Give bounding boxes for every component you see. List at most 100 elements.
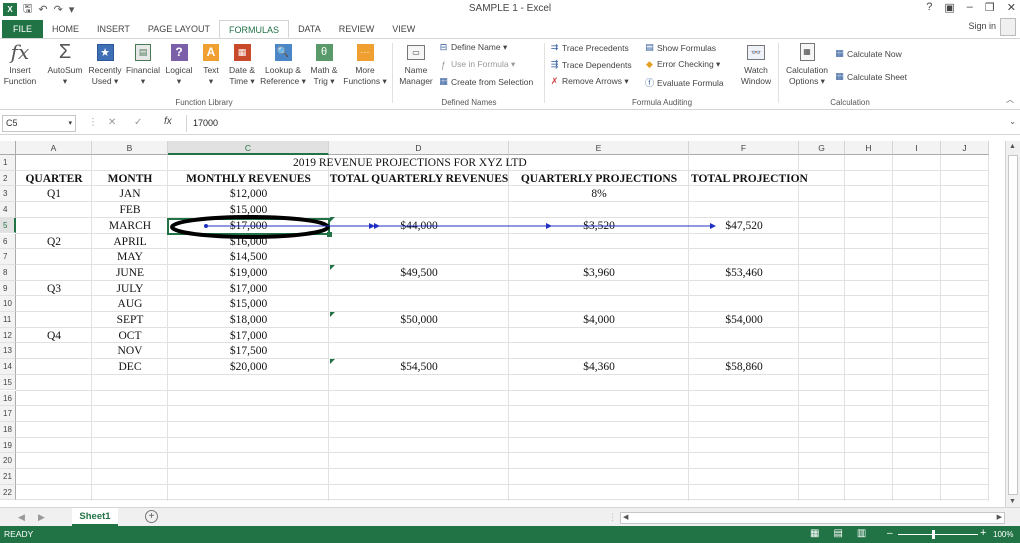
- name-manager-button[interactable]: ▭ Name Manager: [396, 41, 436, 87]
- ribbon-display-options-icon[interactable]: ▣: [944, 1, 954, 14]
- create-from-selection-button[interactable]: ▦ Create from Selection: [438, 76, 533, 87]
- ribbon-tabs: FILE HOME INSERT PAGE LAYOUT FORMULAS DA…: [0, 18, 1020, 38]
- logical-button[interactable]: ? Logical ▾: [164, 41, 194, 87]
- insert-function-fx-button[interactable]: fx: [164, 116, 172, 127]
- close-icon[interactable]: ✕: [1007, 1, 1016, 14]
- customize-quick-access-icon[interactable]: ▾: [69, 3, 75, 16]
- create-selection-icon: ▦: [439, 76, 448, 86]
- more-functions-icon: ···: [353, 41, 377, 63]
- trace-precedents-button[interactable]: ⇉ Trace Precedents: [549, 42, 629, 53]
- tab-page-layout[interactable]: PAGE LAYOUT: [139, 20, 219, 38]
- text-a-icon: A: [199, 41, 223, 63]
- redo-icon[interactable]: ↷: [54, 3, 63, 16]
- horizontal-scrollbar[interactable]: ◀ ▶: [620, 512, 1005, 524]
- expand-formula-bar-icon[interactable]: ⌄: [1009, 117, 1016, 126]
- scroll-left-icon[interactable]: ◀: [623, 513, 628, 521]
- calculation-options-button[interactable]: ▦ Calculation Options ▾: [782, 41, 832, 87]
- next-sheet-icon[interactable]: ▶: [38, 512, 45, 523]
- zoom-in-icon[interactable]: +: [980, 527, 986, 539]
- evaluate-formula-icon: ⓕ: [644, 78, 654, 88]
- autosum-button[interactable]: Σ AutoSum ▾: [45, 41, 85, 87]
- restore-icon[interactable]: ❐: [985, 1, 995, 14]
- financial-button[interactable]: ▤ Financial ▾: [124, 41, 162, 87]
- lookup-reference-button[interactable]: 🔍 Lookup & Reference ▾: [258, 41, 308, 87]
- calculation-label: Calculation: [830, 98, 870, 107]
- sheet-tab-sheet1[interactable]: Sheet1: [72, 508, 118, 526]
- trace-arrows-overlay: [170, 215, 716, 239]
- trace-dependents-button[interactable]: ⇶ Trace Dependents: [549, 59, 632, 70]
- collapse-ribbon-icon[interactable]: ︿: [1006, 94, 1014, 105]
- sigma-icon: Σ: [58, 40, 72, 63]
- name-box-dropdown-icon[interactable]: ▾: [68, 116, 72, 131]
- zoom-slider[interactable]: [898, 534, 978, 535]
- prev-sheet-icon[interactable]: ◀: [18, 512, 25, 523]
- watch-window-button[interactable]: 👓 Watch Window: [736, 41, 776, 87]
- tab-formulas[interactable]: FORMULAS: [219, 20, 290, 38]
- calculate-sheet-button[interactable]: ▦ Calculate Sheet: [834, 71, 907, 82]
- scroll-up-icon[interactable]: ▲: [1009, 143, 1016, 150]
- math-trig-button[interactable]: θ Math & Trig ▾: [307, 41, 341, 87]
- remove-arrows-icon: ✗: [550, 76, 559, 86]
- remove-arrows-button[interactable]: ✗ Remove Arrows ▾: [549, 76, 629, 87]
- calculation-group: ▦ Calculation Options ▾ ▦ Calculate Now ▦…: [780, 39, 920, 110]
- page-break-view-icon[interactable]: ▥: [857, 528, 866, 539]
- tab-home[interactable]: HOME: [43, 20, 88, 38]
- cancel-entry-button[interactable]: ✕: [108, 117, 116, 128]
- recently-used-button[interactable]: ★ Recently Used ▾: [87, 41, 123, 87]
- vertical-scrollbar[interactable]: ▲ ▼: [1005, 141, 1020, 507]
- scroll-down-icon[interactable]: ▼: [1009, 498, 1016, 505]
- define-name-button[interactable]: ⊟ Define Name ▾: [438, 42, 508, 53]
- zoom-level[interactable]: 100%: [993, 530, 1013, 539]
- help-button[interactable]: ?: [926, 1, 932, 14]
- error-checking-icon: ◆: [646, 59, 653, 69]
- show-formulas-button[interactable]: ▤ Show Formulas: [644, 42, 716, 53]
- sign-in-link[interactable]: Sign in: [968, 21, 996, 31]
- vertical-scroll-thumb[interactable]: [1008, 155, 1018, 495]
- text-function-button[interactable]: A Text ▾: [198, 41, 224, 87]
- tab-split-grip-icon[interactable]: ⋮: [608, 512, 617, 523]
- formula-input[interactable]: 17000: [186, 115, 1004, 132]
- add-sheet-button[interactable]: +: [145, 510, 158, 523]
- tab-view[interactable]: VIEW: [383, 20, 424, 38]
- page-layout-view-icon[interactable]: ▤: [833, 528, 842, 539]
- trace-precedents-icon: ⇉: [550, 42, 559, 52]
- title-bar: X 🖫 ↶ ↷ ▾ SAMPLE 1 - Excel ? ▣ – ❐ ✕: [0, 0, 1020, 18]
- more-functions-button[interactable]: ··· More Functions ▾: [342, 41, 388, 87]
- circle-annotation: [170, 215, 330, 239]
- normal-view-icon[interactable]: ▦: [810, 528, 819, 539]
- status-text: READY: [4, 529, 34, 539]
- trace-dependents-icon: ⇶: [550, 59, 559, 69]
- tab-file[interactable]: FILE: [2, 20, 44, 38]
- calculate-sheet-icon: ▦: [835, 71, 844, 81]
- worksheet-grid[interactable]: A B C D E F G H I J 1 2 3 4 5 6 7 8 9 10 11 12 13 14 1…: [0, 141, 1005, 503]
- save-icon[interactable]: 🖫: [23, 0, 32, 19]
- use-in-formula-button[interactable]: ƒ Use in Formula ▾: [438, 59, 515, 70]
- tab-insert[interactable]: INSERT: [88, 20, 139, 38]
- tag-icon: ⊟: [439, 42, 448, 52]
- minimize-icon[interactable]: –: [967, 1, 973, 14]
- formula-auditing-label: Formula Auditing: [631, 98, 693, 107]
- formula-auditing-group: ⇉ Trace Precedents ⇶ Trace Dependents ✗ Rem…: [546, 39, 778, 110]
- function-library-label: Function Library: [175, 98, 233, 107]
- calculate-now-button[interactable]: ▦ Calculate Now: [834, 48, 902, 59]
- trace-arrow-origin: [204, 224, 208, 228]
- calendar-icon: ▦: [230, 41, 254, 63]
- defined-names-label: Defined Names: [441, 98, 497, 107]
- calculate-now-icon: ▦: [835, 48, 844, 58]
- scroll-right-icon[interactable]: ▶: [997, 513, 1002, 521]
- avatar[interactable]: [1000, 18, 1016, 36]
- ribbon-separator: [392, 43, 393, 103]
- zoom-out-icon[interactable]: –: [887, 528, 893, 539]
- zoom-slider-knob[interactable]: [932, 530, 935, 539]
- confirm-entry-button[interactable]: ✓: [134, 117, 142, 128]
- evaluate-formula-button[interactable]: ⓕ Evaluate Formula: [644, 76, 724, 89]
- tab-review[interactable]: REVIEW: [330, 20, 384, 38]
- undo-icon[interactable]: ↶: [38, 3, 47, 16]
- financial-icon: ▤: [131, 41, 155, 63]
- defined-names-group: ▭ Name Manager ⊟ Define Name ▾ ƒ Use in Fo…: [394, 39, 544, 110]
- insert-function-button[interactable]: fx Insert Function: [2, 41, 38, 87]
- name-box[interactable]: C5 ▾: [2, 115, 76, 132]
- tab-data[interactable]: DATA: [289, 20, 330, 38]
- date-time-button[interactable]: ▦ Date & Time ▾: [226, 41, 258, 87]
- error-checking-button[interactable]: ◆ Error Checking ▾: [644, 59, 720, 70]
